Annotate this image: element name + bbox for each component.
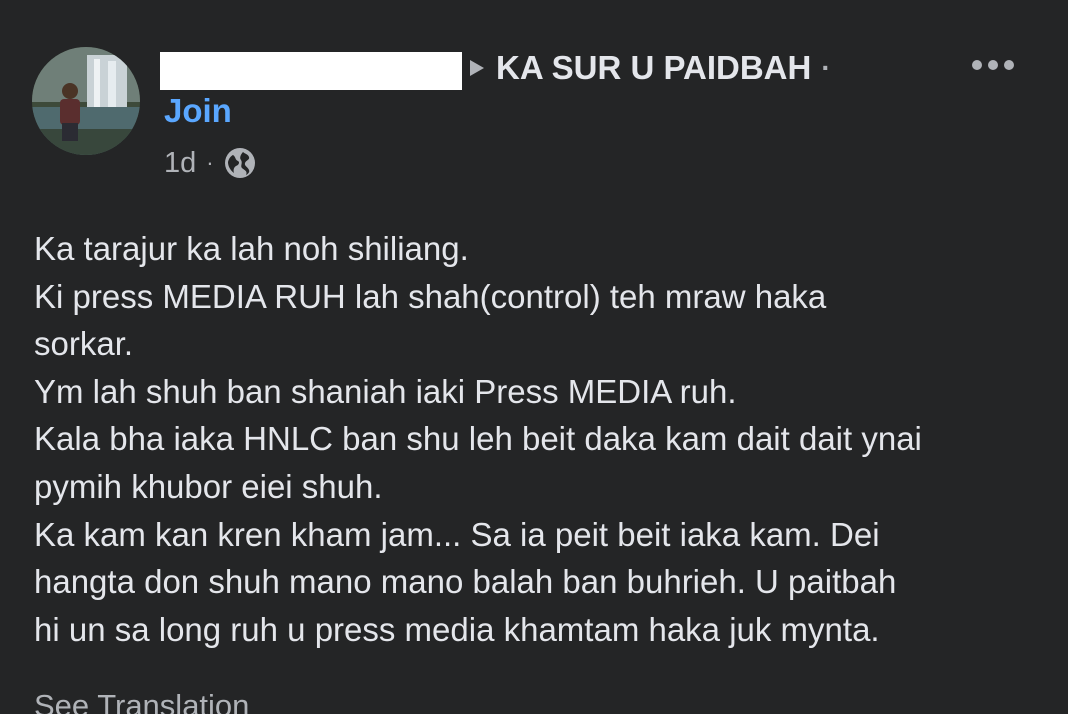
more-dot [972,60,982,70]
avatar-photo [32,47,140,155]
globe-icon[interactable] [224,147,256,179]
join-group-button[interactable]: Join [164,92,232,130]
more-options-icon[interactable] [972,60,1014,70]
redacted-author-name [160,52,462,90]
post-meta: 1d · [164,145,256,181]
post-text-line: hi un sa long ruh u press media khamtam … [34,610,880,648]
post-timestamp[interactable]: 1d [164,147,196,180]
post-text-line: Ka kam kan kren kham jam... Sa ia peit b… [34,515,880,553]
post-body: Ka tarajur ka lah noh shiliang. Ki press… [34,225,1054,653]
post-text-line: Ym lah shuh ban shaniah iaki Press MEDIA… [34,372,737,410]
header-separator-dot: · [821,52,831,83]
post-text-line: hangta don shuh mano mano balah ban buhr… [34,563,897,601]
meta-separator-dot: · [206,150,214,175]
post-text-line: pymih khubor eiei shuh. [34,467,383,505]
post-header-group: KA SUR U PAIDBAH · [470,48,831,88]
post-text-line: sorkar. [34,325,134,363]
post-text-line: Ka tarajur ka lah noh shiliang. [34,230,469,267]
post-text-line: Kala bha iaka HNLC ban shu leh beit daka… [34,420,922,458]
profile-avatar[interactable] [32,47,140,155]
more-dot [988,60,998,70]
see-translation-link[interactable]: See Translation [34,688,249,714]
post-text-line: Ki press MEDIA RUH lah shah(control) teh… [34,277,827,315]
triangle-right-icon [470,60,484,76]
more-dot [1004,60,1014,70]
group-name-link[interactable]: KA SUR U PAIDBAH [496,49,811,87]
